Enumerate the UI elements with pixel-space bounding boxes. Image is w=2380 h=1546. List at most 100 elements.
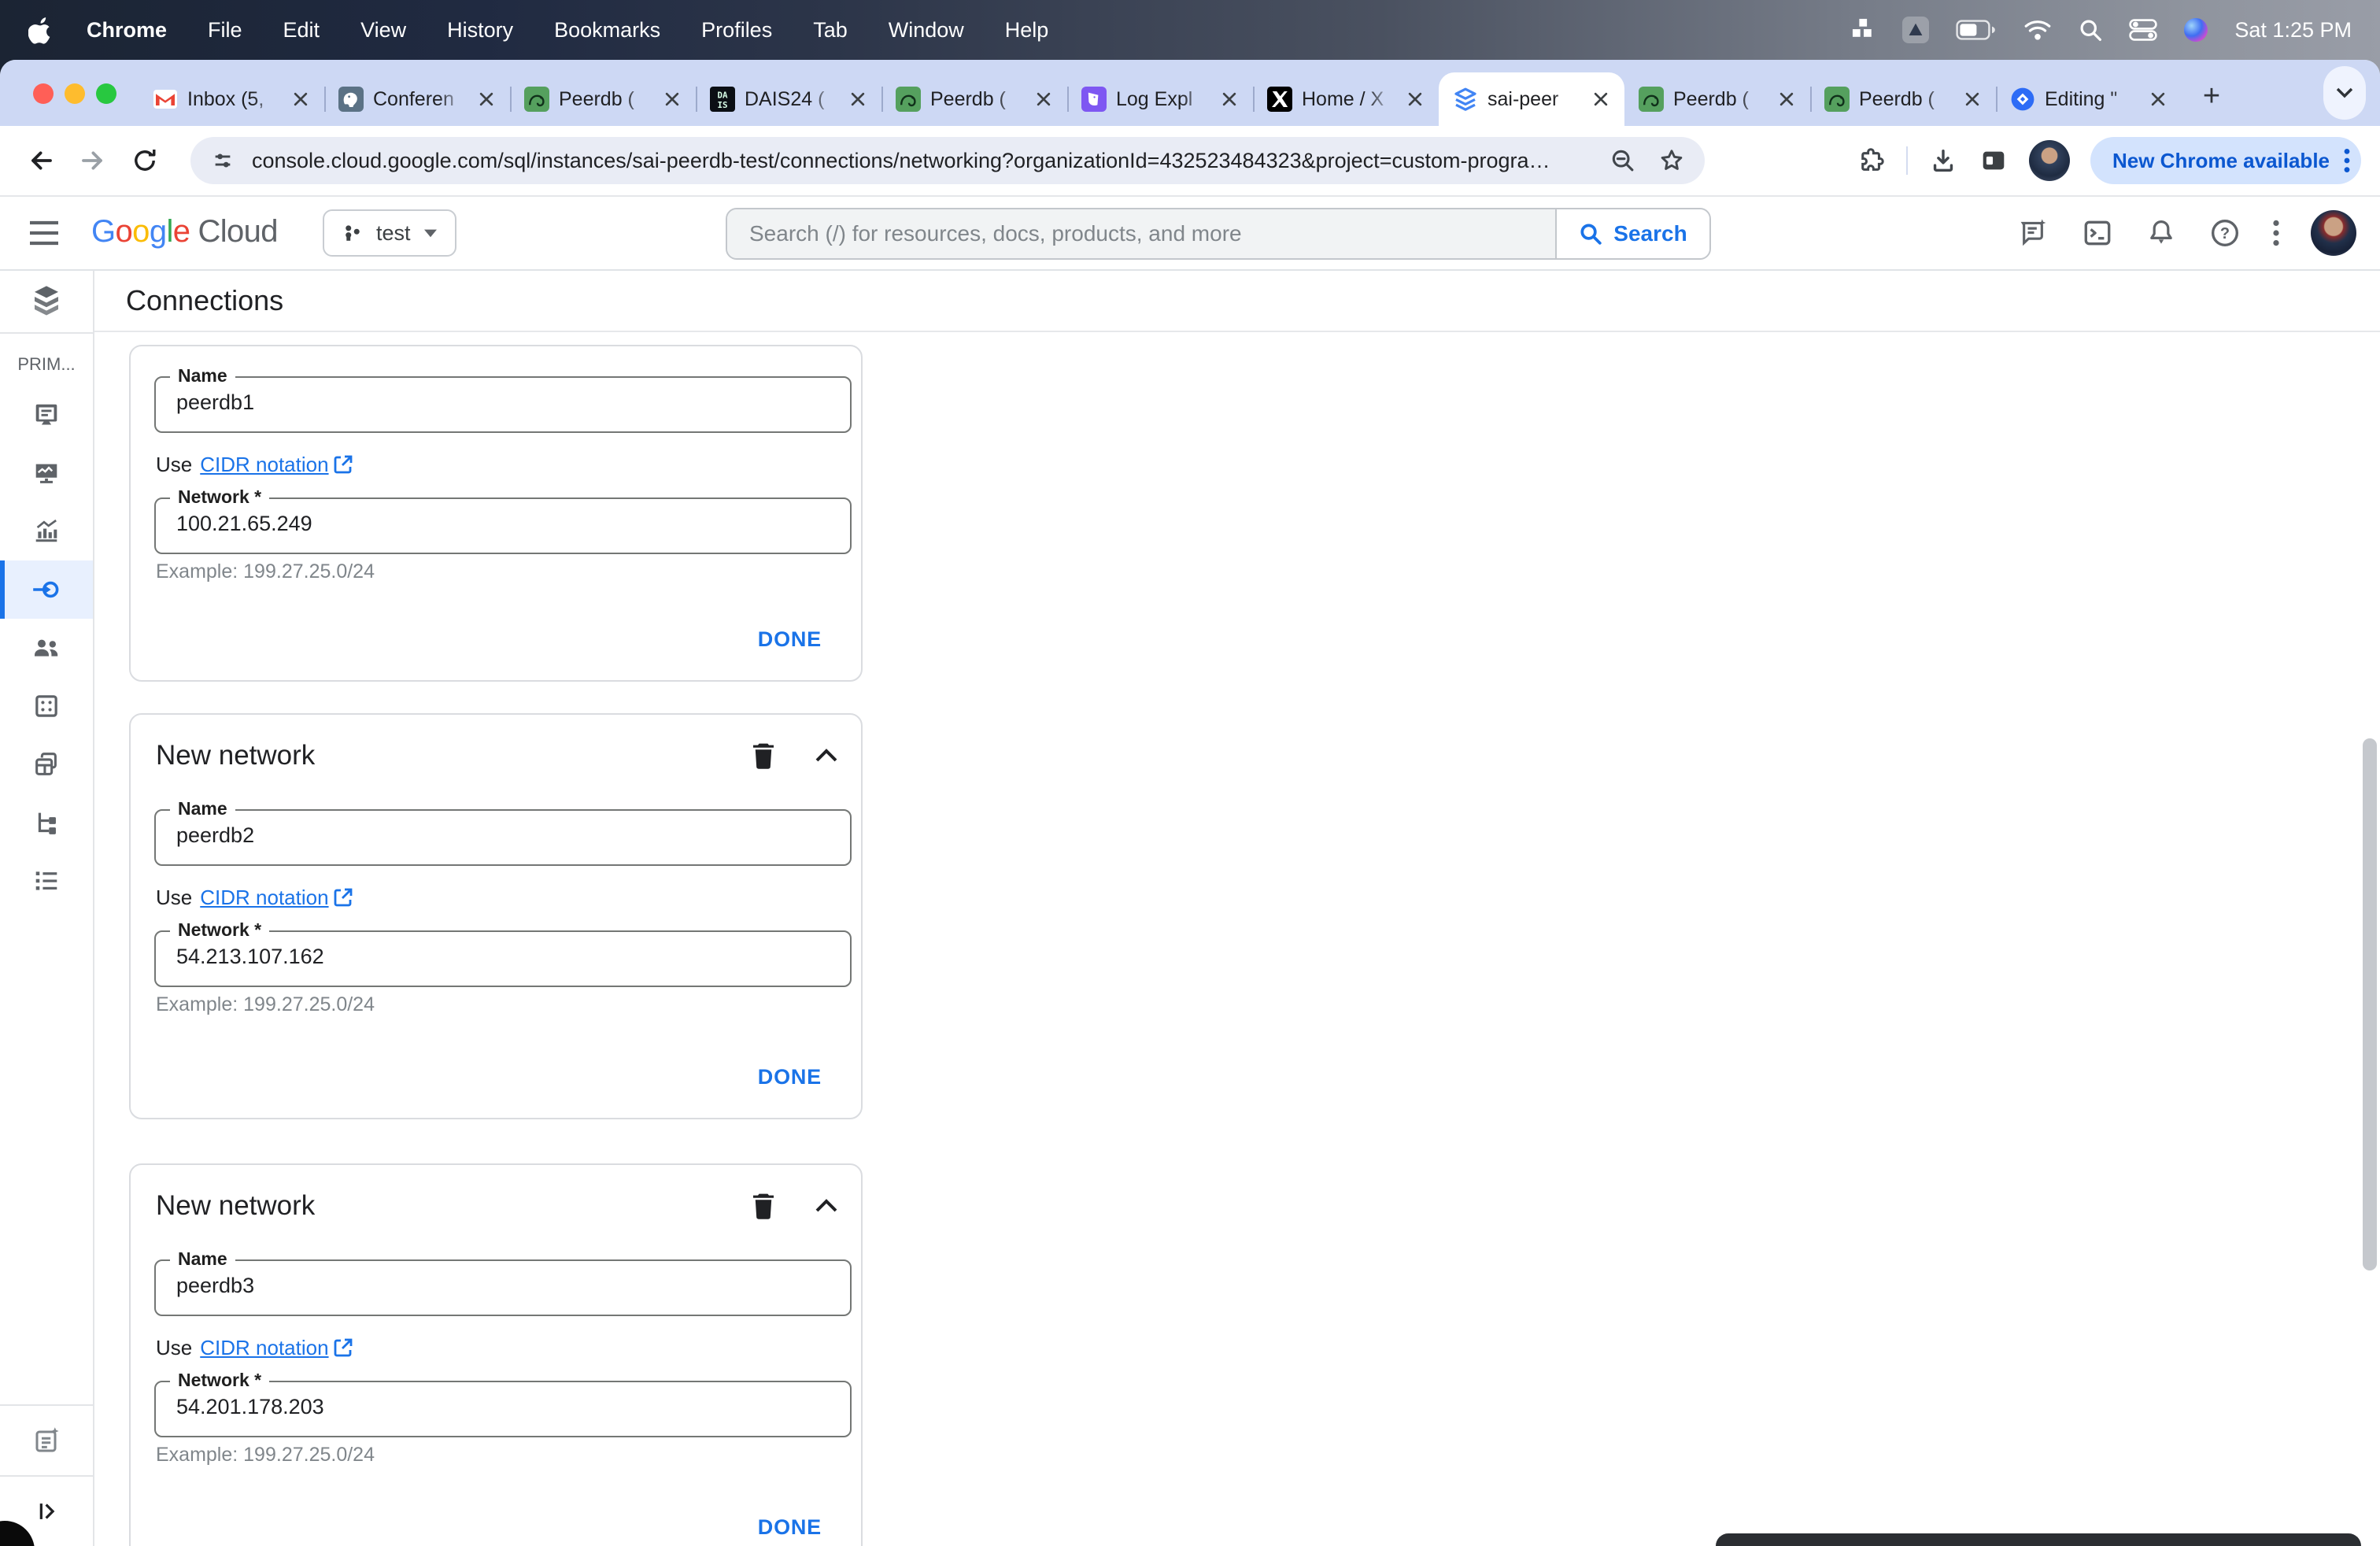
close-tab-icon[interactable] — [2145, 87, 2171, 112]
release-notes-icon[interactable] — [2016, 216, 2049, 250]
download-icon[interactable] — [1928, 146, 1958, 176]
name-field-value[interactable]: peerdb2 — [156, 811, 850, 848]
omnibox[interactable]: console.cloud.google.com/sql/instances/s… — [190, 137, 1705, 184]
release-notes-button[interactable] — [0, 1406, 93, 1475]
menubar-menu-history[interactable]: History — [447, 18, 513, 43]
sidebar-item-overview[interactable] — [0, 386, 93, 444]
wifi-icon[interactable] — [2023, 19, 2052, 41]
tab-home-x[interactable]: Home / X — [1253, 72, 1439, 126]
back-button[interactable] — [17, 137, 65, 184]
update-chrome-button[interactable]: New Chrome available — [2090, 137, 2361, 184]
new-tab-button[interactable]: + — [2188, 72, 2235, 120]
close-tab-icon[interactable] — [1774, 87, 1799, 112]
sidebar-item-backups[interactable] — [0, 735, 93, 793]
name-field-value[interactable]: peerdb3 — [156, 1261, 850, 1298]
tab-peerdb[interactable]: Peerdb ( — [1624, 72, 1810, 126]
menubar-menu-file[interactable]: File — [208, 18, 242, 43]
sidebar-item-operations[interactable] — [0, 852, 93, 910]
tab-peerdb[interactable]: Peerdb ( — [510, 72, 696, 126]
close-tab-icon[interactable] — [1031, 87, 1056, 112]
url-text[interactable]: console.cloud.google.com/sql/instances/s… — [252, 149, 1588, 173]
menubar-menu-profiles[interactable]: Profiles — [701, 18, 772, 43]
cidr-notation-link[interactable]: CIDR notation — [200, 886, 352, 910]
google-cloud-logo[interactable]: Google Cloud — [91, 214, 279, 250]
side-panel-icon[interactable] — [1979, 146, 2009, 176]
tab-conferen[interactable]: Conferen — [324, 72, 510, 126]
site-settings-icon[interactable] — [209, 147, 236, 174]
close-tab-icon[interactable] — [660, 87, 685, 112]
menubar-menu-tab[interactable]: Tab — [813, 18, 848, 43]
sidebar-item-replicas[interactable] — [0, 793, 93, 852]
tab-peerdb[interactable]: Peerdb ( — [881, 72, 1067, 126]
menubar-menu-bookmarks[interactable]: Bookmarks — [554, 18, 660, 43]
delete-network-button[interactable] — [745, 737, 782, 775]
forward-button[interactable] — [69, 137, 116, 184]
name-field[interactable]: Name peerdb2 — [154, 798, 852, 866]
menubar-menu-chrome[interactable]: Chrome — [87, 18, 167, 43]
bell-icon[interactable] — [2145, 216, 2177, 250]
reload-button[interactable] — [121, 137, 168, 184]
cidr-notation-link[interactable]: CIDR notation — [200, 453, 352, 477]
close-tab-icon[interactable] — [1588, 87, 1613, 112]
minimize-window-button[interactable] — [65, 83, 85, 104]
gcp-search-input[interactable] — [727, 209, 1555, 258]
name-field[interactable]: Name peerdb3 — [154, 1248, 852, 1316]
tab-inbox-5[interactable]: Inbox (5, — [139, 72, 324, 126]
close-tab-icon[interactable] — [1960, 87, 1985, 112]
project-picker-button[interactable]: test — [323, 209, 456, 257]
tab-editing[interactable]: Editing " — [1996, 72, 2182, 126]
done-button[interactable]: DONE — [758, 627, 822, 652]
sidebar-item-query-insights[interactable] — [0, 502, 93, 560]
delete-network-button[interactable] — [745, 1187, 782, 1225]
tab-log-expl[interactable]: Log Expl — [1067, 72, 1253, 126]
blocks-icon[interactable] — [1852, 18, 1876, 42]
cloud-shell-icon[interactable] — [2081, 216, 2114, 250]
tab-search-chevron-button[interactable] — [2323, 66, 2366, 120]
triangle-app-icon[interactable] — [1902, 17, 1930, 43]
nav-menu-icon[interactable] — [28, 219, 60, 247]
cidr-notation-link[interactable]: CIDR notation — [200, 1336, 352, 1360]
gcp-account-avatar[interactable] — [2311, 210, 2356, 256]
close-tab-icon[interactable] — [845, 87, 870, 112]
done-button[interactable]: DONE — [758, 1515, 822, 1540]
menubar-menu-view[interactable]: View — [360, 18, 406, 43]
close-tab-icon[interactable] — [474, 87, 499, 112]
network-field[interactable]: Network * 54.213.107.162 — [154, 919, 852, 987]
gcp-search-button[interactable]: Search — [1555, 209, 1709, 258]
tab-sai-peer[interactable]: sai-peer — [1439, 72, 1624, 126]
zoom-window-button[interactable] — [96, 83, 116, 104]
battery-icon[interactable] — [1956, 20, 1997, 40]
menubar-clock[interactable]: Sat 1:25 PM — [2234, 18, 2352, 43]
vertical-scrollbar[interactable] — [2363, 738, 2377, 1270]
extensions-icon[interactable] — [1856, 146, 1886, 176]
sidebar-item-system-insights[interactable] — [0, 444, 93, 502]
name-field-value[interactable]: peerdb1 — [156, 378, 850, 415]
help-icon[interactable]: ? — [2208, 216, 2241, 250]
network-field[interactable]: Network * 54.201.178.203 — [154, 1370, 852, 1437]
apple-menu-icon[interactable] — [28, 16, 52, 44]
close-tab-icon[interactable] — [288, 87, 313, 112]
menubar-menu-window[interactable]: Window — [889, 18, 964, 43]
search-icon[interactable] — [2079, 18, 2102, 42]
menubar-menu-help[interactable]: Help — [1005, 18, 1049, 43]
sidebar-item-databases[interactable] — [0, 677, 93, 735]
network-field[interactable]: Network * 100.21.65.249 — [154, 486, 852, 554]
tab-dais24[interactable]: DA IS DAIS24 ( — [696, 72, 881, 126]
gcp-kebab-icon[interactable] — [2273, 220, 2279, 246]
menubar-menu-edit[interactable]: Edit — [283, 18, 320, 43]
bookmark-star-icon[interactable] — [1658, 146, 1686, 175]
name-field[interactable]: Name peerdb1 — [154, 365, 852, 433]
sidebar-item-users[interactable] — [0, 619, 93, 677]
collapse-card-button[interactable] — [808, 737, 845, 775]
done-button[interactable]: DONE — [758, 1065, 822, 1089]
close-tab-icon[interactable] — [1402, 87, 1428, 112]
collapse-card-button[interactable] — [808, 1187, 845, 1225]
close-tab-icon[interactable] — [1217, 87, 1242, 112]
tab-peerdb[interactable]: Peerdb ( — [1810, 72, 1996, 126]
zoom-out-icon[interactable] — [1609, 146, 1637, 175]
close-window-button[interactable] — [33, 83, 54, 104]
siri-icon[interactable] — [2184, 18, 2208, 42]
control-center-icon[interactable] — [2129, 19, 2158, 41]
browser-profile-avatar[interactable] — [2029, 140, 2070, 181]
sidebar-item-connections[interactable] — [0, 560, 93, 619]
